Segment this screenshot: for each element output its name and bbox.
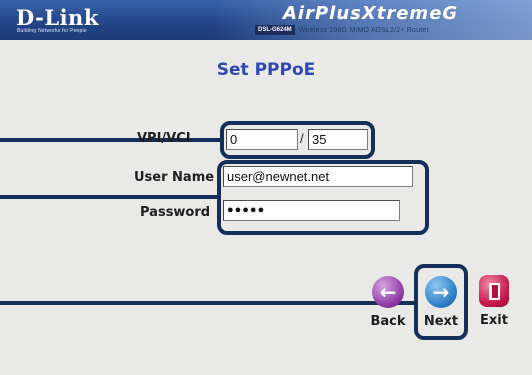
wizard-page: D-Link Building Networks for People AirP… xyxy=(0,0,532,375)
vpi-vci-label: VPI/VCI xyxy=(137,131,191,146)
callout-box-next xyxy=(414,264,468,340)
callout-box-vpi-vci xyxy=(220,121,375,159)
arrow-left-icon: ← xyxy=(372,276,404,308)
airplus-xtreme-g-logo: AirPlusXtremeG xyxy=(283,3,459,24)
username-label: User Name xyxy=(134,170,215,185)
model-description: Wireless 108G MIMO ADSL2/2+ Router xyxy=(298,26,430,34)
callout-box-credentials xyxy=(217,160,429,235)
brand-tagline: Building Networks for People xyxy=(17,28,87,34)
model-badge: DSL-G624M xyxy=(255,25,295,35)
door-exit-icon xyxy=(479,275,509,307)
back-button[interactable]: ← Back xyxy=(366,276,410,329)
callout-leader-credentials xyxy=(0,195,219,199)
page-title: Set PPPoE xyxy=(216,60,316,80)
model-line: DSL-G624M Wireless 108G MIMO ADSL2/2+ Ro… xyxy=(255,25,429,35)
dlink-logo: D-Link xyxy=(16,5,99,30)
callout-leader-next xyxy=(0,301,416,305)
password-label: Password xyxy=(140,205,211,220)
header-banner: D-Link Building Networks for People AirP… xyxy=(0,0,532,40)
exit-button[interactable]: Exit xyxy=(472,275,516,328)
exit-label: Exit xyxy=(480,313,508,328)
back-label: Back xyxy=(370,314,406,329)
